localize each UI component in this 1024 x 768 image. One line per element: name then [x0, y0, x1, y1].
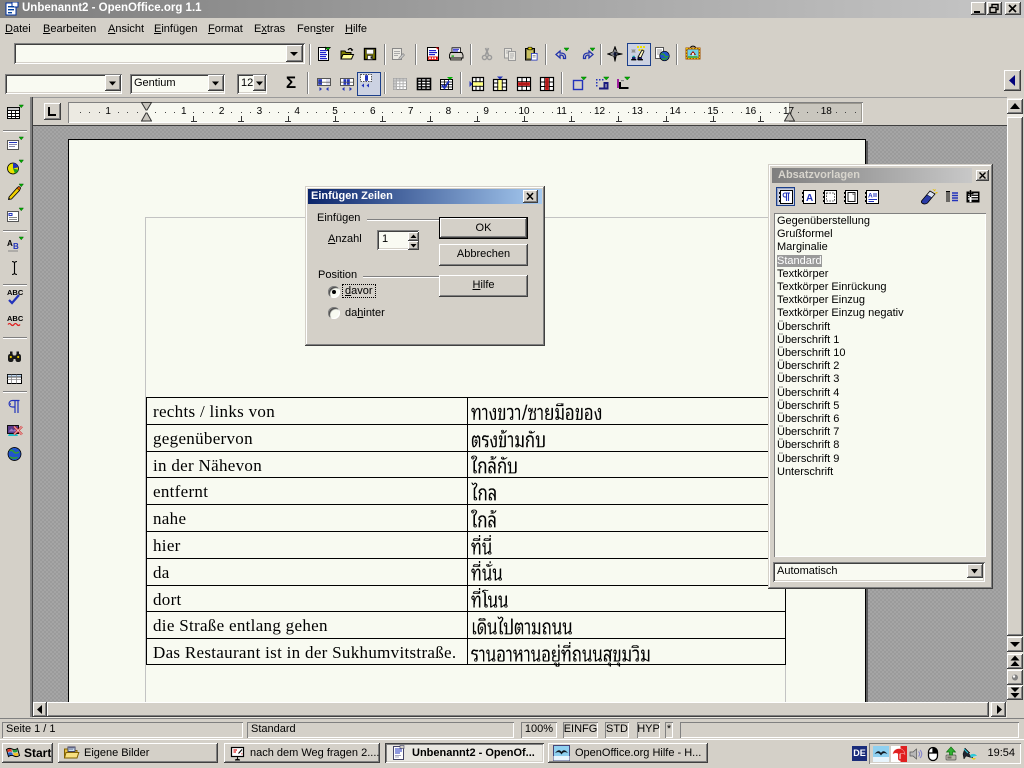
svg-text:A: A	[868, 193, 873, 200]
svg-text:ABC: ABC	[7, 288, 24, 297]
svg-text:ABC: ABC	[7, 314, 24, 323]
svg-text:A: A	[806, 193, 813, 204]
svg-text:B: B	[13, 242, 19, 251]
